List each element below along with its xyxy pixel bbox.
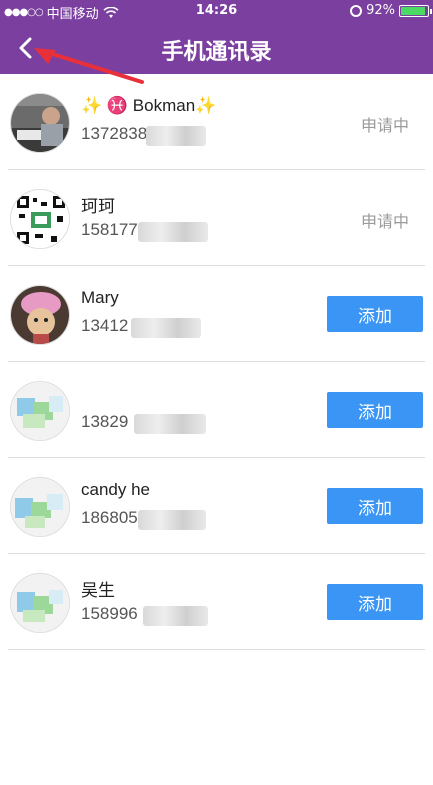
contact-phone: 13829 xyxy=(81,412,129,431)
status-bar: ●●●○○ 中国移动 14:26 92% xyxy=(0,0,433,22)
contact-name: 珂珂 xyxy=(81,197,115,216)
add-button[interactable]: 添加 xyxy=(327,296,423,332)
contact-phone: 1372838 xyxy=(81,124,148,143)
status-label: 申请中 xyxy=(360,212,409,231)
avatar xyxy=(10,573,70,633)
avatar xyxy=(10,189,70,249)
avatar xyxy=(10,93,70,153)
battery-percent: 92% xyxy=(366,3,395,18)
rotation-lock-icon xyxy=(350,4,363,17)
redaction-blur xyxy=(138,222,208,242)
status-label: 申请中 xyxy=(360,116,409,135)
contact-phone: 158177 xyxy=(81,220,138,239)
contact-phone: 158996 xyxy=(81,604,138,623)
redaction-blur xyxy=(143,606,208,626)
list-item[interactable]: 珂珂 158177 申请中 xyxy=(8,170,425,266)
battery-level-fill xyxy=(401,6,425,15)
contact-name: Mary xyxy=(81,288,119,307)
list-item[interactable]: ✨ ♓ Bokman✨ 1372838 申请中 xyxy=(8,74,425,170)
list-item[interactable]: candy he 186805 添加 xyxy=(8,458,425,554)
contact-name: ✨ ♓ Bokman✨ xyxy=(81,96,217,115)
contact-list: ✨ ♓ Bokman✨ 1372838 申请中 珂珂 158177 申请中 Ma… xyxy=(0,74,433,650)
list-item[interactable]: Mary 13412 添加 xyxy=(8,266,425,362)
list-item[interactable]: 13829 添加 xyxy=(8,362,425,458)
add-button[interactable]: 添加 xyxy=(327,488,423,524)
redaction-blur xyxy=(134,414,206,434)
redaction-blur xyxy=(146,126,206,146)
page-title: 手机通讯录 xyxy=(161,40,272,65)
contact-name: candy he xyxy=(81,480,150,499)
add-button[interactable]: 添加 xyxy=(327,584,423,620)
redaction-blur xyxy=(138,510,206,530)
list-item[interactable]: 吴生 158996 添加 xyxy=(8,554,425,650)
avatar xyxy=(10,477,70,537)
contact-phone: 186805 xyxy=(81,508,138,527)
avatar xyxy=(10,381,70,441)
add-button[interactable]: 添加 xyxy=(327,392,423,428)
nav-bar: 手机通讯录 xyxy=(0,22,433,74)
contact-name: 吴生 xyxy=(81,581,115,600)
avatar xyxy=(10,285,70,345)
battery-icon xyxy=(399,4,432,17)
redaction-blur xyxy=(131,318,201,338)
contact-phone: 13412 xyxy=(81,316,129,335)
